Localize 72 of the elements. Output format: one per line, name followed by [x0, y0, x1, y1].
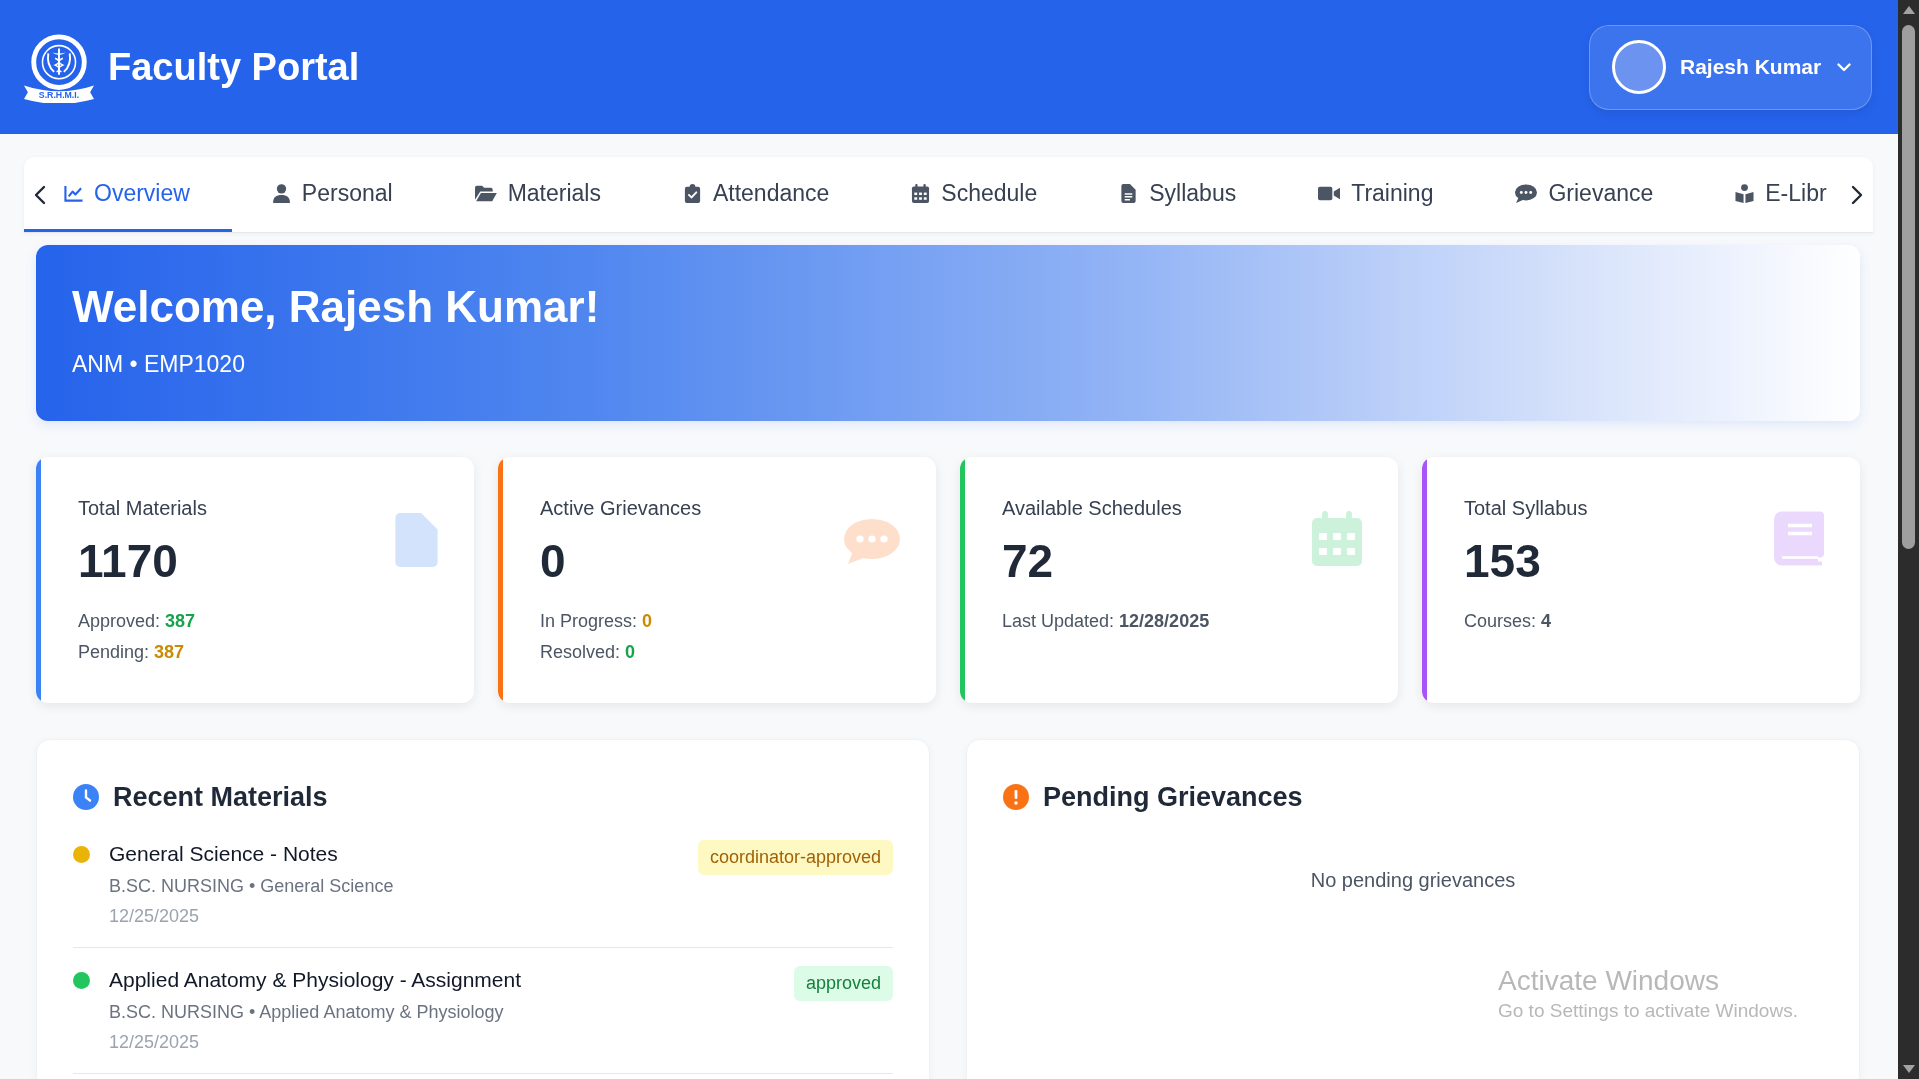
material-meta: B.SC. NURSING • General Science — [109, 875, 395, 898]
status-badge: approved — [793, 966, 893, 1001]
triangle-up-icon[interactable] — [1902, 6, 1915, 14]
detail-label: Pending: — [78, 642, 150, 662]
triangle-down-icon[interactable] — [1902, 1065, 1915, 1073]
portal-title: Faculty Portal — [108, 45, 360, 89]
detail-label: Courses: — [1464, 611, 1537, 631]
user-avatar — [1612, 40, 1666, 94]
chat-bubble-icon — [1515, 183, 1538, 203]
detail-value: 12/28/2025 — [1119, 611, 1210, 631]
stat-value: 153 — [1464, 534, 1542, 589]
logo-ribbon-text: S.R.H.M.I. — [38, 90, 80, 101]
stat-label: Active Grievances — [540, 496, 702, 521]
stat-label: Total Materials — [78, 496, 207, 521]
detail-value: 387 — [154, 642, 185, 662]
welcome-subtitle: ANM • EMP1020 — [72, 350, 246, 379]
tab[interactable]: Schedule — [871, 157, 1080, 232]
detail-label: Last Updated: — [1002, 611, 1115, 631]
tab[interactable]: E-Libr — [1695, 157, 1847, 232]
chevron-down-icon — [1837, 62, 1851, 72]
chevron-left-icon[interactable] — [34, 185, 46, 205]
calendar-icon — [911, 183, 931, 203]
caduceus-icon — [46, 47, 72, 76]
detail-value: 4 — [1541, 611, 1552, 631]
calendar-icon — [1312, 511, 1362, 566]
book-icon — [1774, 511, 1824, 566]
empty-state-text: No pending grievances — [1309, 868, 1517, 893]
panel-title: Recent Materials — [113, 781, 328, 814]
stat-label: Total Syllabus — [1464, 496, 1588, 521]
welcome-title: Welcome, Rajesh Kumar! — [72, 281, 601, 333]
tab[interactable]: Personal — [231, 157, 435, 232]
panel-title: Pending Grievances — [1043, 781, 1303, 814]
document-icon — [395, 513, 438, 567]
stat-label: Available Schedules — [1002, 496, 1182, 521]
tab[interactable]: Syllabus — [1079, 157, 1279, 232]
scrollbar[interactable] — [1898, 0, 1919, 1079]
material-date: 12/25/2025 — [109, 1031, 201, 1054]
tab[interactable]: Training — [1278, 157, 1476, 232]
material-date: 12/25/2025 — [109, 905, 201, 928]
tab[interactable]: Overview — [24, 157, 232, 232]
tab[interactable]: Attendance — [642, 157, 872, 232]
clock-icon — [73, 784, 99, 810]
ribbon-banner — [24, 85, 94, 103]
material-meta: B.SC. NURSING • Applied Anatomy & Physiology — [109, 1001, 505, 1024]
person-icon — [271, 183, 291, 203]
status-badge: coordinator-approved — [697, 840, 893, 875]
detail-label: In Progress: — [540, 611, 638, 631]
stat-value: 1170 — [78, 534, 179, 589]
document-icon — [1119, 183, 1139, 203]
detail-label: Resolved: — [540, 642, 621, 662]
seal-ring-drawing — [31, 34, 87, 90]
scrollbar-thumb[interactable] — [1902, 25, 1915, 549]
tab[interactable]: Materials — [434, 157, 643, 232]
detail-label: Approved: — [78, 611, 161, 631]
folder-icon — [474, 183, 497, 203]
line-chart-icon — [64, 183, 83, 203]
stat-value: 0 — [540, 534, 567, 589]
detail-value: 0 — [642, 611, 653, 631]
material-title[interactable]: Applied Anatomy & Physiology - Assignment — [109, 966, 794, 994]
book-reader-icon — [1735, 183, 1755, 203]
user-menu-button[interactable]: Rajesh Kumar — [1589, 24, 1872, 110]
detail-value: 0 — [625, 642, 636, 662]
alert-icon — [1003, 784, 1029, 810]
chevron-right-icon[interactable] — [1851, 185, 1863, 205]
material-title[interactable]: General Science - Notes — [109, 840, 698, 868]
clipboard-check-icon — [682, 183, 702, 203]
activation-subtitle: Go to Settings to activate Windows. — [1498, 999, 1798, 1023]
detail-value: 387 — [165, 611, 196, 631]
chat-bubble-icon — [844, 519, 900, 564]
stat-value: 72 — [1002, 534, 1055, 589]
tab[interactable]: Grievance — [1475, 157, 1696, 232]
activation-title: Activate Windows — [1498, 964, 1720, 998]
